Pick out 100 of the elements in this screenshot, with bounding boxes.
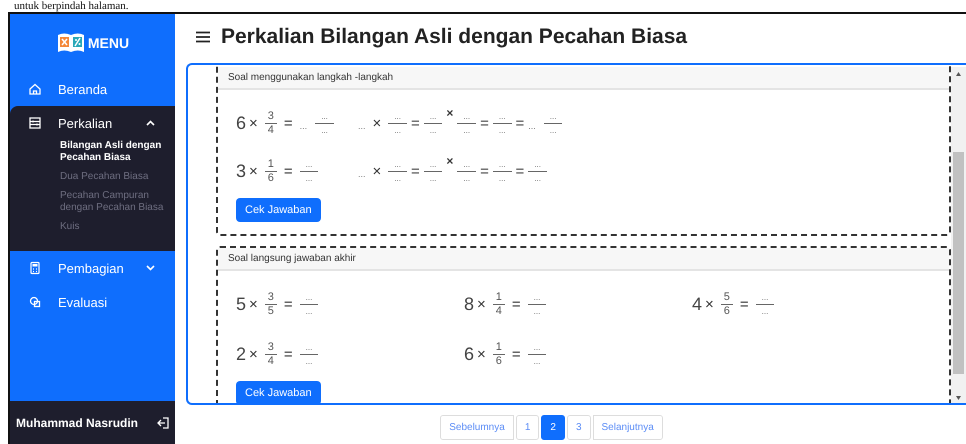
numerator: 3: [266, 290, 275, 304]
denominator: ...: [424, 122, 442, 136]
numerator: ...: [760, 292, 770, 304]
page-link[interactable]: 3: [566, 415, 590, 440]
operator: ×: [249, 114, 258, 132]
check-answer-button[interactable]: Cek Jawaban: [236, 381, 321, 403]
denominator: ...: [528, 170, 547, 184]
operator: =: [284, 346, 293, 362]
submenu-item[interactable]: Bilangan Asli dengan Pecahan Biasa: [10, 137, 177, 168]
denominator: ...: [544, 122, 562, 136]
numerator: 1: [494, 340, 503, 354]
page-link[interactable]: Sebelumnya: [440, 415, 514, 440]
denominator: ...: [424, 170, 442, 184]
page-link[interactable]: 2: [541, 415, 565, 440]
number: 8: [464, 294, 474, 314]
scrollbar[interactable]: [951, 67, 966, 403]
numerator: ...: [320, 110, 329, 122]
fill-in-blank[interactable]: ...: [358, 169, 366, 179]
numerator: ...: [304, 158, 314, 170]
equals-sign: =: [516, 162, 524, 180]
menu-icon[interactable]: [195, 31, 211, 43]
equals-sign: =: [410, 114, 420, 132]
denominator: ...: [528, 304, 546, 318]
numerator: ...: [532, 292, 542, 304]
operator: ×: [705, 296, 714, 312]
logo-text: MENU: [88, 35, 130, 51]
fill-in-blank[interactable]: ...: [300, 121, 308, 131]
numerator: ...: [393, 158, 402, 170]
denominator: 6: [264, 170, 277, 184]
check-answer-button[interactable]: Cek Jawaban: [236, 198, 321, 222]
sidebar-item[interactable]: Beranda: [10, 75, 175, 103]
denominator: ...: [300, 170, 318, 184]
denominator: ...: [492, 170, 512, 184]
denominator: ...: [457, 170, 476, 184]
operator: =: [740, 296, 749, 312]
operator: =: [512, 296, 521, 312]
numerator: 1: [494, 290, 503, 304]
denominator: ...: [388, 170, 407, 184]
page-link[interactable]: Selanjutnya: [592, 415, 663, 440]
operator: ×: [446, 106, 454, 120]
numerator: ...: [462, 158, 472, 170]
book-logo-icon: [56, 31, 86, 55]
denominator: 5: [264, 304, 277, 318]
fill-in-blank[interactable]: ...: [528, 121, 536, 131]
number: 3: [236, 160, 246, 182]
card-header: Soal langsung jawaban akhir: [218, 248, 949, 271]
number: 4: [692, 294, 702, 314]
operator: ×: [249, 162, 258, 180]
numerator: ...: [428, 158, 438, 170]
equals-sign: =: [480, 162, 489, 180]
denominator: 4: [492, 304, 505, 318]
number: 2: [236, 344, 246, 364]
submenu-item[interactable]: Pecahan Campuran dengan Pecahan Biasa: [10, 187, 177, 218]
denominator: ...: [492, 122, 512, 136]
denominator: 4: [264, 122, 277, 136]
numerator: ...: [428, 110, 438, 122]
equals-sign: =: [516, 114, 524, 132]
denominator: 6: [492, 354, 505, 368]
numerator: ...: [304, 342, 314, 354]
operator: =: [284, 296, 293, 312]
numerator: ...: [304, 292, 314, 304]
sidebar-item[interactable]: Evaluasi: [10, 288, 175, 316]
operator: ×: [372, 114, 382, 132]
logout-icon[interactable]: [157, 416, 169, 428]
operator: =: [512, 346, 521, 362]
numerator: ...: [533, 158, 542, 170]
abacus-icon: [28, 116, 42, 130]
document-caption: untuk berpindah halaman.: [14, 0, 129, 12]
numerator: 1: [266, 158, 275, 170]
denominator: ...: [300, 304, 318, 318]
numerator: 5: [722, 290, 731, 304]
number: 6: [236, 112, 246, 134]
operator: ×: [446, 154, 454, 168]
submenu-item[interactable]: Dua Pecahan Biasa: [10, 168, 177, 187]
operator: ×: [249, 296, 258, 312]
user-name: Muhammad Nasrudin: [16, 416, 138, 430]
operator: ×: [249, 346, 258, 362]
denominator: ...: [315, 122, 334, 136]
numerator: ...: [548, 110, 558, 122]
numerator: 3: [266, 110, 275, 122]
operator: ×: [477, 346, 486, 362]
denominator: ...: [528, 354, 546, 368]
page-link[interactable]: 1: [516, 415, 540, 440]
operator: =: [284, 162, 293, 180]
denominator: ...: [756, 304, 774, 318]
sidebar-item[interactable]: Perkalian: [10, 109, 175, 137]
fill-in-blank[interactable]: ...: [358, 121, 366, 131]
equals-sign: =: [480, 114, 489, 132]
denominator: ...: [388, 122, 407, 136]
equals-sign: =: [410, 162, 420, 180]
numerator: ...: [532, 342, 542, 354]
denominator: 4: [264, 354, 277, 368]
home-icon: [28, 82, 42, 96]
submenu-item[interactable]: Kuis: [10, 218, 177, 237]
page-title: Perkalian Bilangan Asli dengan Pecahan Biasa: [221, 25, 688, 49]
operator: ×: [372, 162, 382, 180]
denominator: ...: [457, 122, 476, 136]
calculator-icon: [28, 261, 42, 275]
card-header: Soal menggunakan langkah -langkah: [218, 67, 949, 90]
sidebar-item[interactable]: Pembagian: [10, 254, 175, 282]
